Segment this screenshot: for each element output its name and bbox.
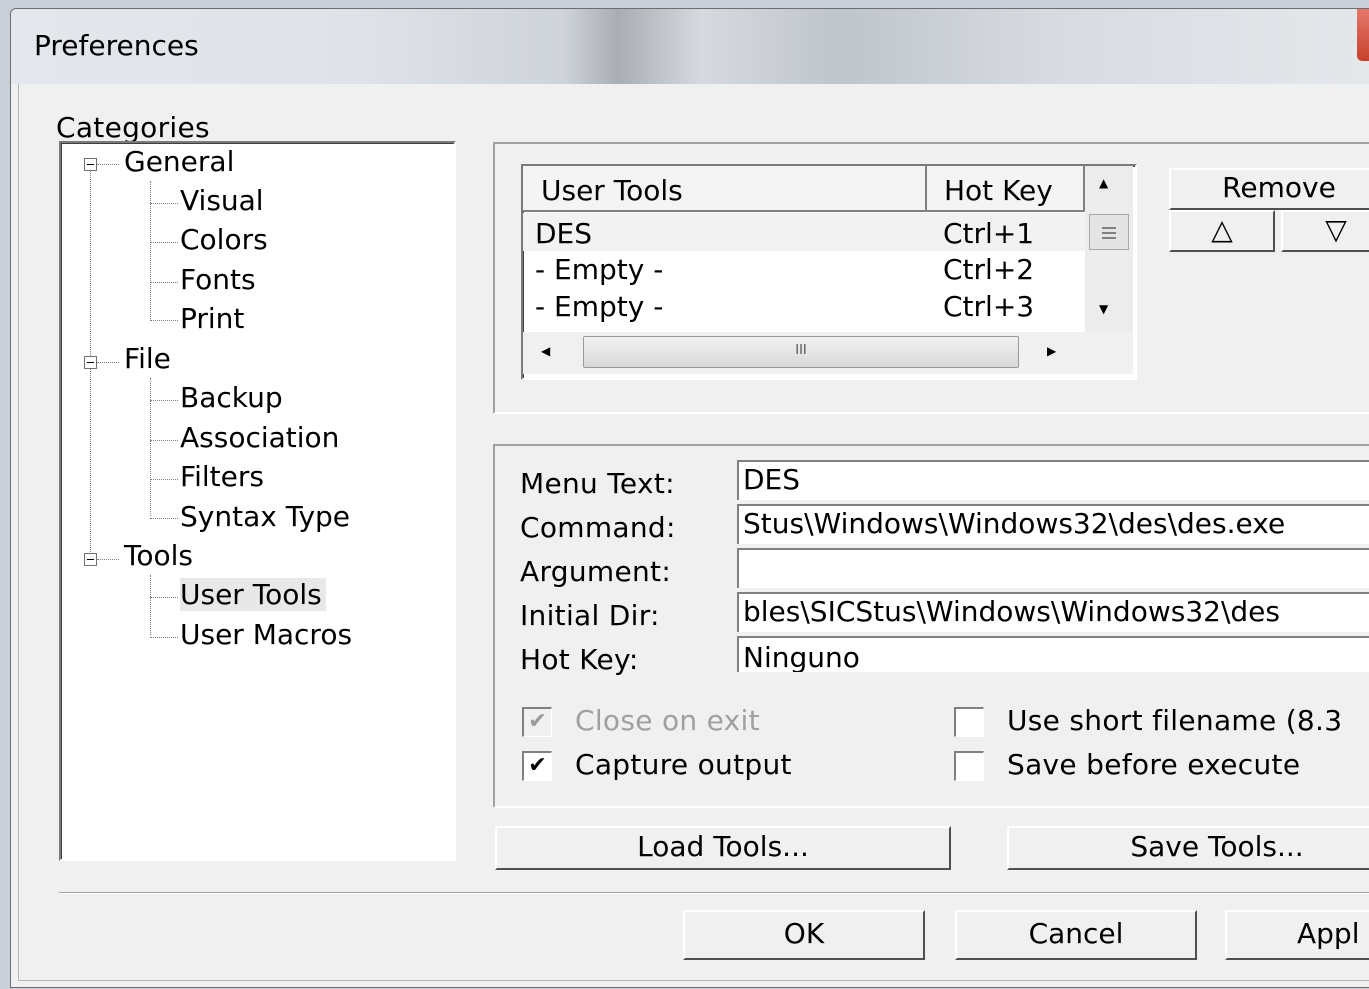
- scroll-down-icon[interactable]: ▼: [1099, 302, 1108, 316]
- argument-label: Argument:: [520, 555, 672, 588]
- tree-item-general[interactable]: General: [124, 145, 234, 178]
- tree-item-fonts[interactable]: Fonts: [180, 263, 256, 296]
- command-input[interactable]: Stus\Windows\Windows32\des\des.exe: [737, 504, 1369, 544]
- tree-item-backup[interactable]: Backup: [180, 381, 283, 414]
- tree-item-association[interactable]: Association: [180, 421, 339, 454]
- list-row[interactable]: - Empty - Ctrl+2: [523, 251, 1085, 289]
- hot-key-input[interactable]: Ninguno: [737, 636, 1369, 672]
- separator: [59, 892, 1369, 894]
- row-tool-name: - Empty -: [535, 253, 664, 286]
- close-button[interactable]: [1357, 9, 1369, 61]
- user-tools-list[interactable]: User Tools Hot Key DES Ctrl+1 - Empty - …: [521, 164, 1137, 380]
- scroll-up-icon[interactable]: ▲: [1099, 176, 1108, 190]
- move-up-button[interactable]: △: [1169, 210, 1275, 252]
- title-bar[interactable]: Preferences: [11, 9, 1369, 84]
- categories-label: Categories: [56, 111, 210, 144]
- hot-key-label: Hot Key:: [520, 643, 639, 676]
- tree-item-user-macros[interactable]: User Macros: [180, 618, 352, 651]
- use-short-filename-checkbox[interactable]: [954, 707, 984, 737]
- scroll-grip-icon: III: [795, 343, 807, 358]
- save-before-execute-label: Save before execute: [1007, 748, 1301, 781]
- check-icon: ✔: [528, 709, 547, 734]
- save-before-execute-checkbox[interactable]: [954, 751, 984, 781]
- tree-item-syntax-type[interactable]: Syntax Type: [180, 500, 350, 533]
- scroll-right-icon[interactable]: ▶: [1047, 344, 1056, 358]
- list-row[interactable]: - Empty - Ctrl+3: [523, 289, 1085, 327]
- apply-button[interactable]: Appl: [1225, 910, 1369, 960]
- tree-item-visual[interactable]: Visual: [180, 184, 264, 217]
- row-tool-name: - Empty -: [535, 290, 664, 323]
- tree-item-user-tools[interactable]: User Tools: [180, 578, 326, 611]
- close-on-exit-label: Close on exit: [575, 704, 760, 737]
- command-label: Command:: [520, 511, 676, 544]
- initial-dir-input[interactable]: bles\SICStus\Windows\Windows32\des: [737, 592, 1369, 632]
- tree-item-tools[interactable]: Tools: [124, 539, 193, 572]
- scroll-left-icon[interactable]: ◀: [541, 344, 550, 358]
- collapse-tools-icon[interactable]: [84, 553, 97, 566]
- menu-text-label: Menu Text:: [520, 467, 675, 500]
- load-tools-button[interactable]: Load Tools...: [495, 826, 951, 870]
- column-header-hot-key[interactable]: Hot Key: [927, 166, 1085, 212]
- column-header-user-tools[interactable]: User Tools: [523, 166, 927, 212]
- tree-item-colors[interactable]: Colors: [180, 223, 268, 256]
- window-title: Preferences: [34, 29, 199, 62]
- hscroll-thumb[interactable]: III: [583, 336, 1019, 368]
- tree-item-filters[interactable]: Filters: [180, 460, 264, 493]
- tree-item-print[interactable]: Print: [180, 302, 244, 335]
- close-on-exit-checkbox[interactable]: ✔: [522, 707, 552, 737]
- row-tool-name: DES: [535, 217, 593, 250]
- save-tools-button[interactable]: Save Tools...: [1007, 826, 1369, 870]
- argument-input[interactable]: [737, 548, 1369, 588]
- use-short-filename-label: Use short filename (8.3: [1007, 704, 1343, 737]
- collapse-file-icon[interactable]: [84, 356, 97, 369]
- remove-button[interactable]: Remove: [1169, 168, 1369, 210]
- capture-output-label: Capture output: [575, 748, 792, 781]
- initial-dir-label: Initial Dir:: [520, 599, 660, 632]
- list-row[interactable]: DES Ctrl+1: [523, 213, 1085, 251]
- preferences-dialog: Preferences Categories General Visual Co…: [10, 8, 1369, 988]
- collapse-general-icon[interactable]: [84, 158, 97, 171]
- ok-button[interactable]: OK: [683, 910, 925, 960]
- move-down-button[interactable]: ▽: [1281, 210, 1369, 252]
- check-icon: ✔: [528, 753, 547, 778]
- capture-output-checkbox[interactable]: ✔: [522, 751, 552, 781]
- horizontal-scrollbar[interactable]: ◀ III ▶: [523, 332, 1133, 374]
- categories-tree[interactable]: General Visual Colors Fonts Print File B…: [59, 141, 456, 861]
- tree-item-file[interactable]: File: [124, 342, 171, 375]
- dialog-body: Categories General Visual Colors Fonts P…: [18, 84, 1369, 981]
- menu-text-input[interactable]: DES: [737, 460, 1369, 500]
- row-hotkey: Ctrl+1: [943, 217, 1035, 250]
- vertical-scrollbar[interactable]: ▲ ▼: [1085, 166, 1133, 332]
- cancel-button[interactable]: Cancel: [955, 910, 1197, 960]
- row-hotkey: Ctrl+2: [943, 253, 1035, 286]
- scroll-thumb[interactable]: [1089, 214, 1129, 250]
- row-hotkey: Ctrl+3: [943, 290, 1035, 323]
